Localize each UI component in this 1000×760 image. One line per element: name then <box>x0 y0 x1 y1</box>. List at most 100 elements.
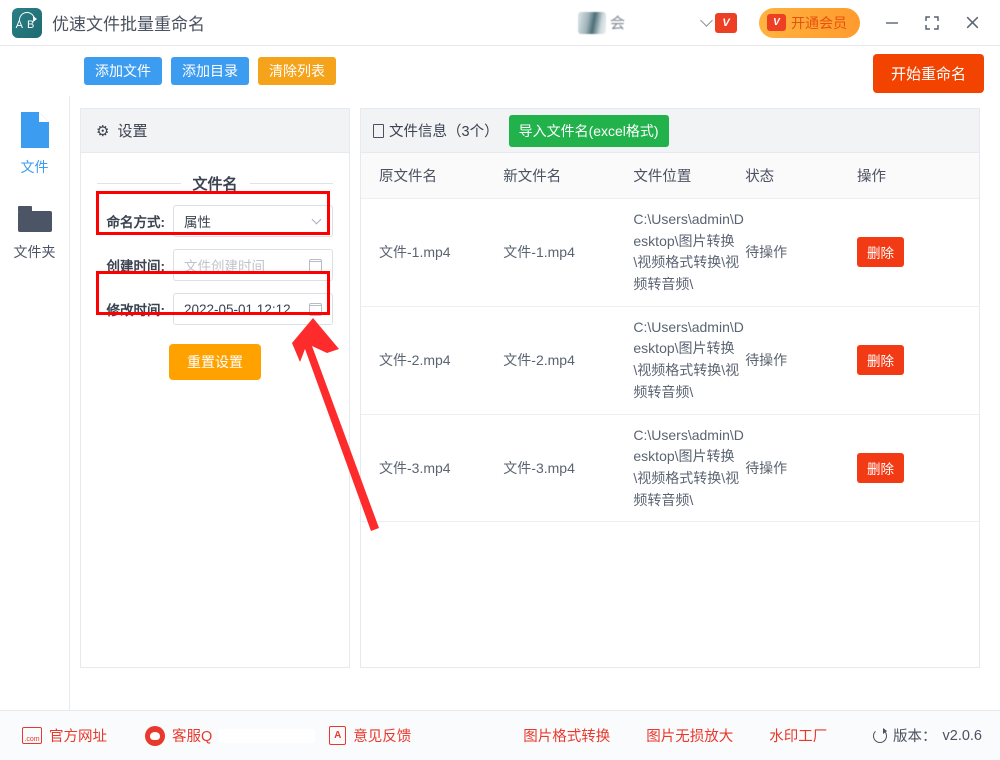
naming-mode-value: 属性 <box>184 211 313 231</box>
cell-file-location: C:\Users\admin\Desktop\图片转换\视频格式转换\视频转音频… <box>633 414 745 522</box>
table-row[interactable]: 文件-3.mp4 文件-3.mp4 C:\Users\admin\Desktop… <box>361 414 979 522</box>
modify-time-input[interactable]: 2022-05-01 12:12 <box>173 293 333 325</box>
delete-row-button[interactable]: 删除 <box>857 237 904 267</box>
minimize-button[interactable] <box>872 0 912 46</box>
app-title: 优速文件批量重命名 <box>52 10 205 35</box>
toolbar-buttons: 添加文件 添加目录 清除列表 <box>84 57 336 85</box>
document-icon <box>373 124 384 138</box>
open-vip-button[interactable]: V 开通会员 <box>759 8 860 38</box>
app-logo-icon: AB <box>12 8 42 38</box>
official-site-link[interactable]: .com 官方网址 <box>22 725 107 746</box>
cell-status: 待操作 <box>745 414 857 522</box>
create-time-field: 创建时间: 文件创建时间 <box>97 248 333 282</box>
footer-bar: .com 官方网址 客服Q A 意见反馈 图片格式转换 图片无损放大 水印工厂 … <box>0 710 1000 760</box>
account-name: 会 <box>610 12 630 33</box>
cell-status: 待操作 <box>745 306 857 414</box>
reset-settings-button[interactable]: 重置设置 <box>169 344 261 380</box>
sidebar-item-folder[interactable]: 文件夹 <box>0 203 69 262</box>
section-filename: 文件名 <box>97 173 333 194</box>
modify-time-field: 修改时间: 2022-05-01 12:12 <box>97 292 333 326</box>
official-site-label: 官方网址 <box>49 725 107 746</box>
minimize-icon <box>884 15 900 31</box>
column-original-name: 原文件名 <box>361 153 503 199</box>
settings-title: 设置 <box>117 120 147 141</box>
file-info-label: 文件信息（3个） <box>373 120 499 141</box>
naming-mode-label: 命名方式: <box>97 211 165 231</box>
divider-left <box>97 183 181 184</box>
import-filenames-button[interactable]: 导入文件名(excel格式) <box>509 115 669 147</box>
gear-icon: ⚙ <box>96 122 109 140</box>
file-icon <box>18 110 52 150</box>
cell-status: 待操作 <box>745 199 857 307</box>
sidebar-rail: 文件 文件夹 <box>0 96 70 710</box>
refresh-icon <box>873 729 887 743</box>
link-watermark-factory[interactable]: 水印工厂 <box>769 725 827 746</box>
file-list-panel: 文件信息（3个） 导入文件名(excel格式) 原文件名 新文件名 文件位置 状… <box>360 108 980 668</box>
file-table: 原文件名 新文件名 文件位置 状态 操作 文件-1.mp4 文件-1.mp4 C… <box>361 153 979 522</box>
service-qq-link[interactable]: 客服Q <box>145 725 315 746</box>
app-window: AB 优速文件批量重命名 会 V V 开通会员 <box>0 0 1000 760</box>
title-bar: AB 优速文件批量重命名 会 V V 开通会员 <box>0 0 1000 46</box>
version-info[interactable]: 版本： v2.0.6 <box>873 725 982 746</box>
naming-mode-select[interactable]: 属性 <box>173 205 333 237</box>
table-row[interactable]: 文件-1.mp4 文件-1.mp4 C:\Users\admin\Desktop… <box>361 199 979 307</box>
table-row[interactable]: 文件-2.mp4 文件-2.mp4 C:\Users\admin\Desktop… <box>361 306 979 414</box>
create-time-label: 创建时间: <box>97 255 165 275</box>
vip-badge-icon[interactable]: V <box>715 13 737 33</box>
vip-icon: V <box>767 14 786 31</box>
sidebar-item-folder-label: 文件夹 <box>14 242 56 262</box>
cell-new-name: 文件-2.mp4 <box>503 306 633 414</box>
modify-time-value: 2022-05-01 12:12 <box>184 302 309 317</box>
close-button[interactable] <box>952 0 992 46</box>
cell-action: 删除 <box>857 414 979 522</box>
maximize-icon <box>924 15 940 31</box>
sidebar-item-file-label: 文件 <box>21 157 49 177</box>
cell-new-name: 文件-3.mp4 <box>503 414 633 522</box>
column-file-location: 文件位置 <box>633 153 745 199</box>
create-time-input[interactable]: 文件创建时间 <box>173 249 333 281</box>
calendar-icon <box>309 259 322 272</box>
delete-row-button[interactable]: 删除 <box>857 453 904 483</box>
start-rename-button[interactable]: 开始重命名 <box>873 54 984 93</box>
column-new-name: 新文件名 <box>503 153 633 199</box>
settings-header: ⚙ 设置 <box>81 109 349 153</box>
feedback-icon: A <box>329 726 346 745</box>
column-status: 状态 <box>745 153 857 199</box>
file-table-body: 文件-1.mp4 文件-1.mp4 C:\Users\admin\Desktop… <box>361 199 979 522</box>
cell-new-name: 文件-1.mp4 <box>503 199 633 307</box>
avatar <box>578 12 606 34</box>
section-filename-label: 文件名 <box>193 173 238 194</box>
file-table-scroll[interactable]: 原文件名 新文件名 文件位置 状态 操作 文件-1.mp4 文件-1.mp4 C… <box>361 153 979 667</box>
divider-right <box>250 183 334 184</box>
sidebar-item-file[interactable]: 文件 <box>0 110 69 177</box>
link-image-format-convert[interactable]: 图片格式转换 <box>523 725 610 746</box>
account-area[interactable]: 会 <box>578 12 630 34</box>
cell-original-name: 文件-3.mp4 <box>361 414 503 522</box>
clear-list-button[interactable]: 清除列表 <box>258 57 336 85</box>
globe-com-icon: .com <box>22 727 42 744</box>
main-toolbar: 添加文件 添加目录 清除列表 开始重命名 <box>0 46 1000 96</box>
link-image-lossless-zoom[interactable]: 图片无损放大 <box>646 725 733 746</box>
add-file-button[interactable]: 添加文件 <box>84 57 162 85</box>
create-time-placeholder: 文件创建时间 <box>184 255 309 275</box>
masked-qq-number <box>219 729 315 743</box>
app-logo-letters: AB <box>12 8 42 38</box>
open-vip-label: 开通会员 <box>791 13 847 33</box>
feedback-link[interactable]: A 意见反馈 <box>329 725 411 746</box>
calendar-icon <box>309 303 322 316</box>
maximize-button[interactable] <box>912 0 952 46</box>
file-info-text: 文件信息（3个） <box>389 120 499 141</box>
add-folder-button[interactable]: 添加目录 <box>171 57 249 85</box>
delete-row-button[interactable]: 删除 <box>857 345 904 375</box>
file-list-header: 文件信息（3个） 导入文件名(excel格式) <box>361 109 979 153</box>
version-label: 版本： <box>893 725 937 746</box>
support-agent-icon <box>145 726 165 746</box>
close-icon <box>964 14 981 31</box>
chevron-down-icon[interactable] <box>700 14 713 27</box>
chevron-down-icon <box>312 215 322 225</box>
cell-action: 删除 <box>857 306 979 414</box>
version-value: v2.0.6 <box>943 728 983 744</box>
cell-file-location: C:\Users\admin\Desktop\图片转换\视频格式转换\视频转音频… <box>633 306 745 414</box>
settings-panel: ⚙ 设置 文件名 命名方式: 属性 创建时间: 文件创建时间 修改时间: <box>80 108 350 668</box>
service-qq-label: 客服Q <box>172 725 212 746</box>
